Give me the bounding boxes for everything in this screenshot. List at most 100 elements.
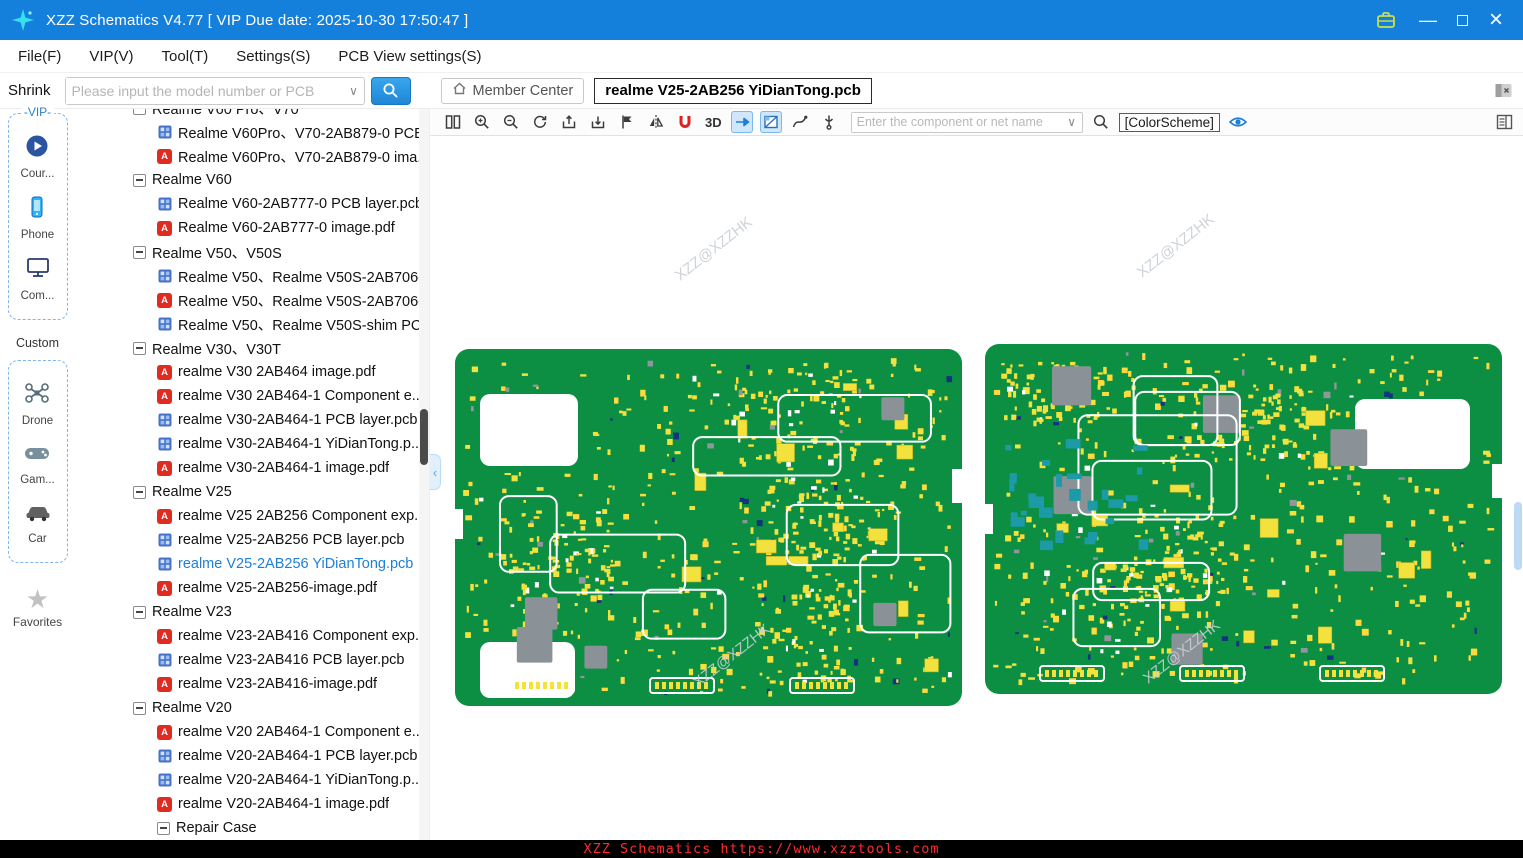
tree-item[interactable]: Realme V60Pro、V70-2AB879-0 PCB...	[75, 120, 419, 144]
top-layer-box-icon[interactable]	[558, 111, 580, 133]
flag-icon[interactable]	[616, 111, 638, 133]
tree-group[interactable]: Realme V23	[75, 600, 419, 624]
tree-item[interactable]: realme V20-2AB464-1 YiDianTong.p...	[75, 768, 419, 792]
tree-item-label: realme V23-2AB416 Component exp...	[178, 628, 419, 644]
sidebar-item-course[interactable]: Cour...	[21, 133, 54, 180]
tree-group[interactable]: Realme V30、V30T	[75, 336, 419, 360]
tree-group[interactable]: Realme V50、V50S	[75, 240, 419, 264]
net-search-icon[interactable]	[1090, 111, 1112, 133]
chevron-down-icon[interactable]: ∨	[1062, 115, 1082, 129]
tree-scrollbar-thumb[interactable]	[420, 409, 428, 465]
pcb-file-icon	[157, 197, 172, 212]
shrink-button[interactable]: Shrink	[8, 82, 51, 99]
open-pcb-tab[interactable]: realme V25-2AB256 YiDianTong.pcb	[594, 77, 872, 104]
menu-file[interactable]: File(F)	[18, 48, 61, 65]
pdf-file-icon: A	[157, 796, 172, 812]
3d-view-button[interactable]: 3D	[703, 115, 724, 130]
pcb-canvas[interactable]: XZZ@XZZHK XZZ@XZZHK XZZ@XZZHK XZZ@XZZHK ‹	[430, 136, 1523, 840]
collapse-tree-tab[interactable]: ‹	[430, 454, 441, 490]
vip-briefcase-icon[interactable]	[1375, 10, 1397, 30]
tree-item[interactable]: Arealme V20-2AB464-1 image.pdf	[75, 792, 419, 816]
tree-group[interactable]: Realme V60 Pro、V70	[75, 109, 419, 120]
collapse-minus-icon[interactable]	[133, 341, 146, 355]
tree-item[interactable]: realme V25-2AB256 YiDianTong.pcb	[75, 552, 419, 576]
zoom-in-icon[interactable]	[471, 111, 493, 133]
collapse-minus-icon[interactable]	[133, 701, 146, 715]
tree-item[interactable]: Arealme V25-2AB256-image.pdf	[75, 576, 419, 600]
minimize-button[interactable]: —	[1411, 6, 1445, 34]
tree-item[interactable]: A Realme V60-2AB777-0 image.pdf	[75, 216, 419, 240]
move-tool-icon[interactable]	[730, 111, 753, 133]
tree-item[interactable]: Realme V50、Realme V50S-shim PCI	[75, 312, 419, 336]
net-search-combobox[interactable]: ∨	[850, 111, 1083, 133]
collapse-minus-icon[interactable]	[133, 485, 146, 499]
member-center-button[interactable]: Member Center	[440, 77, 585, 104]
tree-item[interactable]: Arealme V30-2AB464-1 image.pdf	[75, 456, 419, 480]
tree-item[interactable]: Realme V60-2AB777-0 PCB layer.pcb	[75, 192, 419, 216]
tree-item[interactable]: Arealme V30 2AB464-1 Component e...	[75, 384, 419, 408]
refresh-view-icon[interactable]	[529, 111, 551, 133]
sidebar-item-drone[interactable]: Drone	[22, 380, 53, 427]
tree-item[interactable]: realme V30-2AB464-1 YiDianTong.p...	[75, 432, 419, 456]
sidebar-item-phone[interactable]: Phone	[21, 194, 54, 241]
collapse-minus-icon[interactable]	[133, 245, 146, 259]
measure-curve-icon[interactable]	[789, 111, 811, 133]
tree-group[interactable]: Realme V60	[75, 168, 419, 192]
pdf-file-icon: A	[157, 460, 172, 476]
collapse-minus-icon[interactable]	[133, 109, 146, 115]
status-bar: XZZ Schematics https://www.xzztools.com	[0, 840, 1523, 858]
collapse-minus-icon[interactable]	[133, 173, 146, 187]
collapse-minus-icon[interactable]	[133, 605, 146, 619]
pcb-file-icon	[157, 125, 172, 140]
star-icon: ★	[25, 584, 50, 614]
tree-group[interactable]: Realme V25	[75, 480, 419, 504]
tree-item[interactable]: realme V20-2AB464-1 PCB layer.pcb	[75, 744, 419, 768]
model-search-combobox[interactable]: ∨	[64, 76, 365, 105]
sidebar-item-computer[interactable]: Com...	[21, 255, 54, 302]
sidebar-item-gamepad[interactable]: Gam...	[20, 441, 55, 486]
search-button[interactable]	[370, 76, 411, 105]
dual-view-icon[interactable]	[442, 111, 464, 133]
tree-item[interactable]: realme V25-2AB256 PCB layer.pcb	[75, 528, 419, 552]
sidebar-item-favorites[interactable]: ★ Favorites	[13, 584, 62, 629]
capture-photo-icon[interactable]	[759, 111, 782, 133]
menu-pcb-view-settings[interactable]: PCB View settings(S)	[338, 48, 481, 65]
tree-group[interactable]: Realme V20	[75, 696, 419, 720]
maximize-button[interactable]	[1445, 6, 1479, 34]
tree-item[interactable]: A Realme V60Pro、V70-2AB879-0 ima...	[75, 144, 419, 168]
zoom-out-icon[interactable]	[500, 111, 522, 133]
menu-tool[interactable]: Tool(T)	[162, 48, 209, 65]
probe-pin-icon[interactable]	[818, 111, 840, 133]
tree-item[interactable]: Arealme V30 2AB464 image.pdf	[75, 360, 419, 384]
tree-item[interactable]: Arealme V23-2AB416-image.pdf	[75, 672, 419, 696]
tree-item[interactable]: Arealme V20 2AB464-1 Component e...	[75, 720, 419, 744]
colorscheme-button[interactable]: [ColorScheme]	[1118, 112, 1220, 132]
tree-group[interactable]: Repair Case	[75, 816, 419, 840]
tree-item[interactable]: Realme V50、Realme V50S-2AB706-...	[75, 264, 419, 288]
model-search-input[interactable]	[65, 77, 344, 104]
tree-item-label: realme V25-2AB256 YiDianTong.pcb	[178, 556, 414, 572]
pcb-board-image[interactable]: XZZ@XZZHK XZZ@XZZHKXZZ@XZZHK XZZ@XZZHK	[430, 136, 1523, 840]
menu-settings[interactable]: Settings(S)	[236, 48, 310, 65]
tree-item[interactable]: Arealme V25 2AB256 Component exp...	[75, 504, 419, 528]
mirror-flip-icon[interactable]	[645, 111, 667, 133]
sidebar-item-car[interactable]: Car	[23, 500, 53, 545]
net-search-input[interactable]	[851, 112, 1062, 132]
menu-vip[interactable]: VIP(V)	[89, 48, 133, 65]
close-tab-panel-icon[interactable]	[1494, 82, 1513, 99]
tree-item[interactable]: realme V30-2AB464-1 PCB layer.pcb	[75, 408, 419, 432]
bottom-layer-box-icon[interactable]	[587, 111, 609, 133]
magnet-icon[interactable]	[674, 111, 696, 133]
close-button[interactable]: ×	[1479, 6, 1513, 34]
tree-scrollbar-track[interactable]	[419, 109, 429, 840]
tree-item[interactable]: realme V23-2AB416 PCB layer.pcb	[75, 648, 419, 672]
chevron-down-icon[interactable]: ∨	[344, 84, 364, 98]
canvas-scrollbar-thumb[interactable]	[1514, 502, 1522, 570]
tree-item-label: realme V20-2AB464-1 PCB layer.pcb	[178, 748, 418, 764]
layer-list-icon[interactable]	[1493, 111, 1515, 133]
tree-item[interactable]: Arealme V23-2AB416 Component exp...	[75, 624, 419, 648]
eye-icon[interactable]	[1227, 111, 1249, 133]
tree-item[interactable]: A Realme V50、Realme V50S-2AB706-...	[75, 288, 419, 312]
collapse-minus-icon[interactable]	[157, 821, 170, 835]
pdf-file-icon: A	[157, 676, 172, 692]
